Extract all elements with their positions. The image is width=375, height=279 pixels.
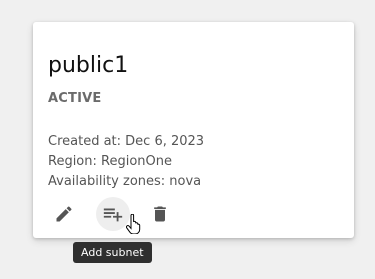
network-details: Created at: Dec 6, 2023 Region: RegionOn… [48,132,204,192]
add-subnet-tooltip: Add subnet [73,242,152,263]
edit-button[interactable] [47,197,81,231]
availability-zones-text: Availability zones: nova [48,174,202,189]
created-at-text: Created at: Dec 6, 2023 [48,134,205,149]
region-text: Region: RegionOne [48,154,172,169]
add-subnet-button[interactable] [96,197,130,231]
status-label: ACTIVE [48,91,102,106]
playlist-add-icon [103,208,123,222]
network-name: public1 [48,53,129,78]
pencil-icon [56,206,72,222]
hand-cursor-icon [125,213,142,238]
network-card: public1 ACTIVE Created at: Dec 6, 2023 R… [33,22,354,238]
trash-icon [154,206,166,222]
delete-button[interactable] [143,197,177,231]
